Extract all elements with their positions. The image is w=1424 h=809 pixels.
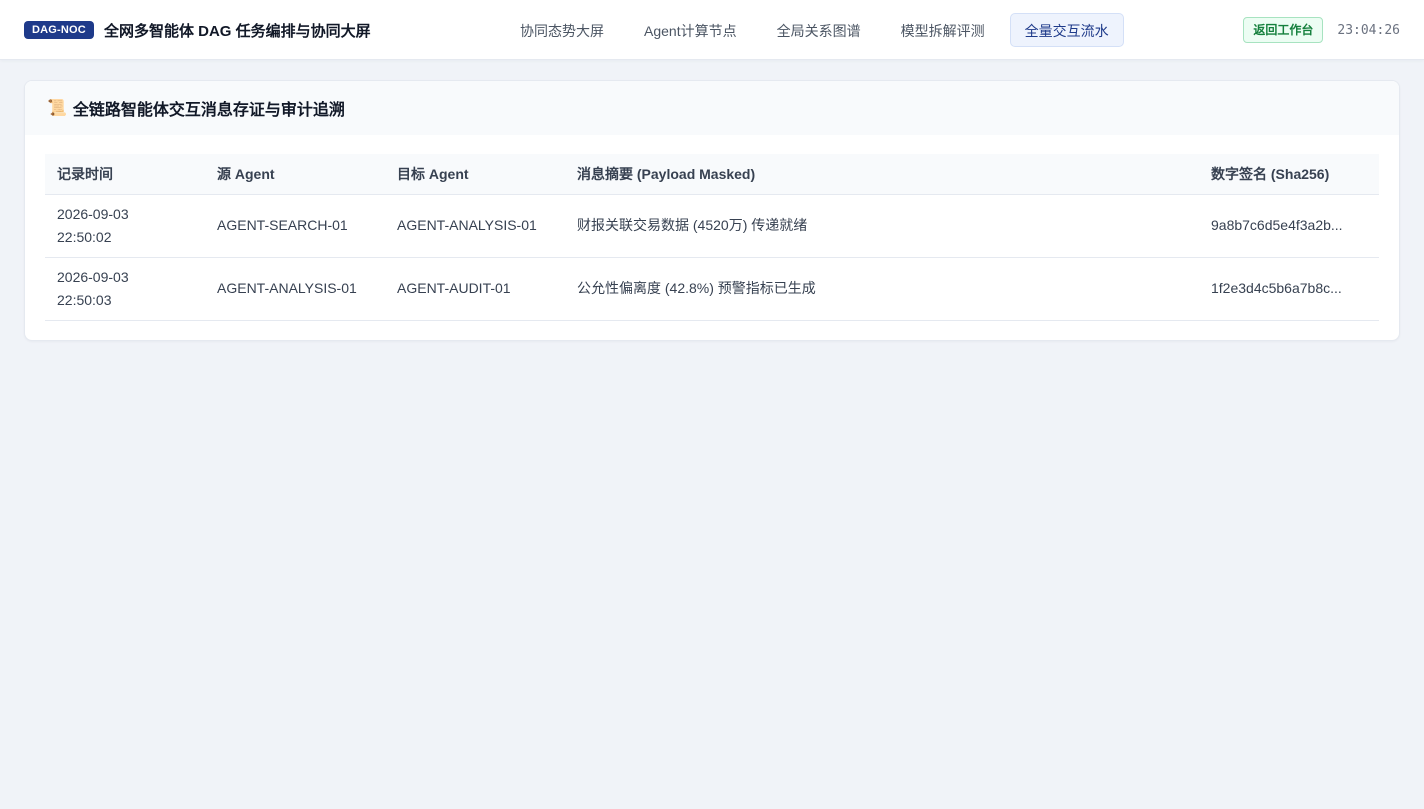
col-header-time: 记录时间: [45, 154, 205, 195]
back-to-workbench-button[interactable]: 返回工作台: [1243, 17, 1324, 43]
col-header-target: 目标 Agent: [385, 154, 565, 195]
cell-time: 2026-09-03 22:50:03: [45, 257, 205, 321]
table-header-row: 记录时间 源 Agent 目标 Agent 消息摘要 (Payload Mask…: [45, 154, 1379, 195]
cell-date: 2026-09-03: [57, 268, 129, 285]
table-row[interactable]: 2026-09-03 22:50:02 AGENT-SEARCH-01 AGENT…: [45, 194, 1379, 258]
cell-date: 2026-09-03: [57, 205, 129, 222]
tab-agent-nodes[interactable]: Agent计算节点: [629, 13, 752, 47]
main-nav: 协同态势大屏 Agent计算节点 全局关系图谱 模型拆解评测 全量交互流水: [505, 13, 1134, 47]
header-right: 返回工作台 23:04:26: [1243, 0, 1400, 60]
audit-table: 记录时间 源 Agent 目标 Agent 消息摘要 (Payload Mask…: [45, 154, 1379, 321]
table-row[interactable]: 2026-09-03 22:50:03 AGENT-ANALYSIS-01 AGE…: [45, 257, 1379, 321]
cell-summary: 公允性偏离度 (42.8%) 预警指标已生成: [565, 257, 1199, 321]
cell-target: AGENT-AUDIT-01: [385, 257, 565, 321]
top-bar: DAG-NOC 全网多智能体 DAG 任务编排与协同大屏 协同态势大屏 Agen…: [0, 0, 1424, 60]
audit-table-wrap: 记录时间 源 Agent 目标 Agent 消息摘要 (Payload Mask…: [45, 154, 1379, 321]
tab-model-eval[interactable]: 模型拆解评测: [886, 13, 1000, 47]
tab-collab-overview[interactable]: 协同态势大屏: [505, 13, 619, 47]
cell-signature: 9a8b7c6d5e4f3a2b...: [1199, 194, 1379, 258]
card-title: 全链路智能体交互消息存证与审计追溯: [72, 102, 345, 119]
cell-summary: 财报关联交易数据 (4520万) 传递就绪: [565, 194, 1199, 258]
card-header: 📜 全链路智能体交互消息存证与审计追溯: [25, 81, 1399, 135]
tab-interaction-log[interactable]: 全量交互流水: [1009, 13, 1124, 47]
cell-source: AGENT-SEARCH-01: [205, 194, 385, 258]
page-title: 全网多智能体 DAG 任务编排与协同大屏: [103, 22, 371, 40]
col-header-summary: 消息摘要 (Payload Masked): [565, 154, 1199, 195]
cell-source: AGENT-ANALYSIS-01: [205, 257, 385, 321]
cell-signature: 1f2e3d4c5b6a7b8c...: [1199, 257, 1379, 321]
col-header-source: 源 Agent: [205, 154, 385, 195]
scroll-icon: 📜: [47, 100, 67, 117]
cell-clock: 22:50:02: [57, 228, 112, 245]
cell-target: AGENT-ANALYSIS-01: [385, 194, 565, 258]
cell-clock: 22:50:03: [57, 291, 112, 308]
audit-log-card: 📜 全链路智能体交互消息存证与审计追溯 记录时间 源 Agent 目标 Agen…: [24, 80, 1400, 341]
cell-time: 2026-09-03 22:50:02: [45, 194, 205, 258]
brand: DAG-NOC 全网多智能体 DAG 任务编排与协同大屏: [24, 0, 371, 60]
tab-relation-graph[interactable]: 全局关系图谱: [762, 13, 876, 47]
clock: 23:04:26: [1337, 22, 1400, 38]
brand-badge: DAG-NOC: [24, 21, 94, 39]
col-header-signature: 数字签名 (Sha256): [1199, 154, 1379, 195]
